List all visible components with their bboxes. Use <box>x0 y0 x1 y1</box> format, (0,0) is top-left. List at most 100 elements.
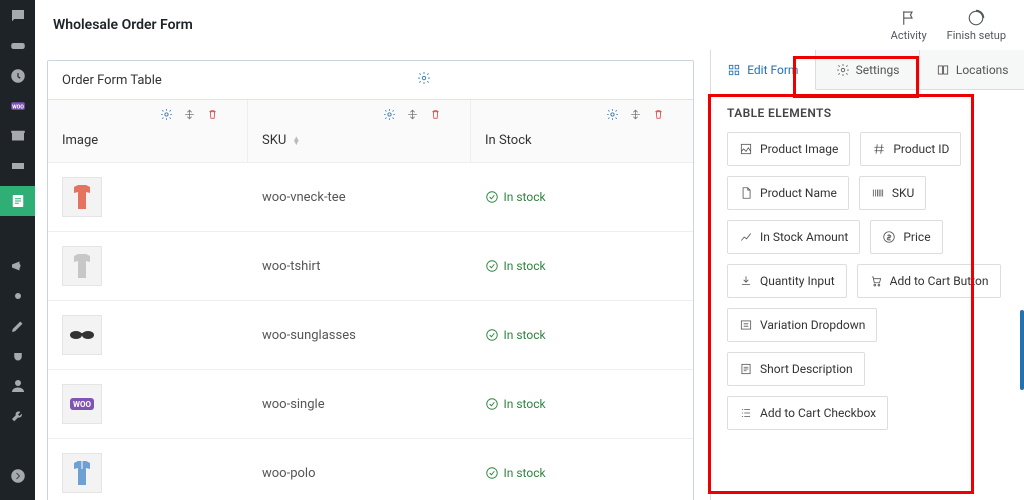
hash-icon <box>872 142 886 156</box>
cell-image: WOO <box>48 370 248 438</box>
check-circle-icon <box>485 259 499 273</box>
product-thumb[interactable] <box>62 246 102 286</box>
progress-icon <box>967 9 985 27</box>
doc-icon <box>739 362 753 376</box>
cell-stock: In stock <box>471 232 694 300</box>
chip-in-stock-amount[interactable]: In Stock Amount <box>727 220 860 254</box>
sidebar-collapse-icon[interactable] <box>8 466 28 486</box>
cell-image <box>48 439 248 500</box>
form-builder: Order Form Table Image <box>35 50 710 500</box>
sort-icon[interactable]: ▲▼ <box>292 137 300 145</box>
col-image-gear-icon[interactable] <box>160 108 173 121</box>
page-title: Wholesale Order Form <box>53 17 193 33</box>
chip-short-description[interactable]: Short Description <box>727 352 865 386</box>
col-image-delete-icon[interactable] <box>206 108 219 121</box>
form-settings-icon[interactable] <box>417 71 431 89</box>
sidebar-dashboard-icon[interactable] <box>8 66 28 86</box>
table-header: Image SKU ▲▼ <box>48 100 693 162</box>
file-icon <box>739 186 753 200</box>
col-sku-delete-icon[interactable] <box>429 108 442 121</box>
cell-stock: In stock <box>471 163 694 231</box>
chart-icon <box>739 230 753 244</box>
table-row: woo-vneck-teeIn stock <box>48 162 693 231</box>
header: Wholesale Order Form Activity Finish set… <box>35 0 1024 50</box>
dollar-icon <box>882 230 896 244</box>
sidebar-users-icon[interactable] <box>8 376 28 396</box>
sidebar-megaphone-icon[interactable] <box>8 256 28 276</box>
product-thumb[interactable] <box>62 177 102 217</box>
col-image-move-icon[interactable] <box>183 108 196 121</box>
svg-text:WOO: WOO <box>12 104 24 110</box>
barcode-icon <box>871 186 885 200</box>
cell-stock: In stock <box>471 301 694 369</box>
check-circle-icon <box>485 466 499 480</box>
sidebar-gamepad-icon[interactable] <box>8 36 28 56</box>
chip-add-to-cart-checkbox[interactable]: Add to Cart Checkbox <box>727 396 888 430</box>
table-row: woo-sunglassesIn stock <box>48 300 693 369</box>
sidebar-comment-icon[interactable] <box>8 6 28 26</box>
cell-sku: woo-tshirt <box>248 232 471 300</box>
col-image-label: Image <box>62 133 233 148</box>
chip-price[interactable]: Price <box>870 220 942 254</box>
book-icon <box>936 63 950 77</box>
tab-edit-form[interactable]: Edit Form <box>711 50 816 90</box>
table-row: woo-tshirtIn stock <box>48 231 693 300</box>
product-thumb[interactable] <box>62 315 102 355</box>
chip-quantity-input[interactable]: Quantity Input <box>727 264 847 298</box>
table-row: WOOwoo-singleIn stock <box>48 369 693 438</box>
sidebar-settings-icon[interactable] <box>8 436 28 456</box>
sidebar-ticket-icon[interactable] <box>8 156 28 176</box>
product-thumb[interactable] <box>62 453 102 493</box>
grid-icon <box>727 63 741 77</box>
form-panel-header: Order Form Table <box>48 61 693 99</box>
col-stock-move-icon[interactable] <box>629 108 642 121</box>
chip-variation-dropdown[interactable]: Variation Dropdown <box>727 308 877 342</box>
col-stock-label: In Stock <box>485 133 679 148</box>
cell-image <box>48 301 248 369</box>
cell-stock: In stock <box>471 370 694 438</box>
chip-product-id[interactable]: Product ID <box>860 132 961 166</box>
cell-sku: woo-polo <box>248 439 471 500</box>
sidebar-tools-icon[interactable] <box>8 406 28 426</box>
panel-tabs: Edit Form Settings Locations <box>711 50 1024 90</box>
checklist-icon <box>739 406 753 420</box>
col-sku-label[interactable]: SKU <box>262 133 286 148</box>
sidebar-brush-icon[interactable] <box>8 316 28 336</box>
section-title: TABLE ELEMENTS <box>727 106 1008 120</box>
tab-locations[interactable]: Locations <box>920 50 1024 90</box>
finish-setup-button[interactable]: Finish setup <box>947 9 1006 42</box>
col-sku-gear-icon[interactable] <box>383 108 396 121</box>
flag-icon <box>900 9 918 27</box>
tab-settings[interactable]: Settings <box>816 50 921 90</box>
sidebar-plugins-icon[interactable] <box>8 346 28 366</box>
table-row: woo-poloIn stock <box>48 438 693 500</box>
side-panel: Edit Form Settings Locations TABLE ELEME… <box>710 50 1024 500</box>
col-stock-gear-icon[interactable] <box>606 108 619 121</box>
scrollbar[interactable] <box>1020 310 1024 390</box>
cart-icon <box>869 274 883 288</box>
chip-product-image[interactable]: Product Image <box>727 132 850 166</box>
chip-sku[interactable]: SKU <box>859 176 926 210</box>
finish-setup-label: Finish setup <box>947 29 1006 42</box>
sidebar-archive-icon[interactable] <box>8 126 28 146</box>
list-icon <box>739 318 753 332</box>
col-sku-move-icon[interactable] <box>406 108 419 121</box>
check-circle-icon <box>485 397 499 411</box>
cell-stock: In stock <box>471 439 694 500</box>
sidebar-media-icon[interactable] <box>8 286 28 306</box>
product-thumb[interactable]: WOO <box>62 384 102 424</box>
sidebar-woo-icon[interactable]: WOO <box>8 96 28 116</box>
activity-label: Activity <box>891 29 927 42</box>
chip-product-name[interactable]: Product Name <box>727 176 849 210</box>
check-circle-icon <box>485 190 499 204</box>
wp-admin-sidebar: WOO <box>0 0 35 500</box>
svg-text:WOO: WOO <box>73 400 92 409</box>
form-panel-title: Order Form Table <box>62 73 162 88</box>
cell-image <box>48 232 248 300</box>
col-stock-delete-icon[interactable] <box>652 108 665 121</box>
sidebar-analytics-icon[interactable] <box>8 226 28 246</box>
sidebar-order-form-icon[interactable] <box>0 186 35 216</box>
cell-sku: woo-sunglasses <box>248 301 471 369</box>
activity-button[interactable]: Activity <box>891 9 927 42</box>
chip-add-to-cart-button[interactable]: Add to Cart Button <box>857 264 1001 298</box>
